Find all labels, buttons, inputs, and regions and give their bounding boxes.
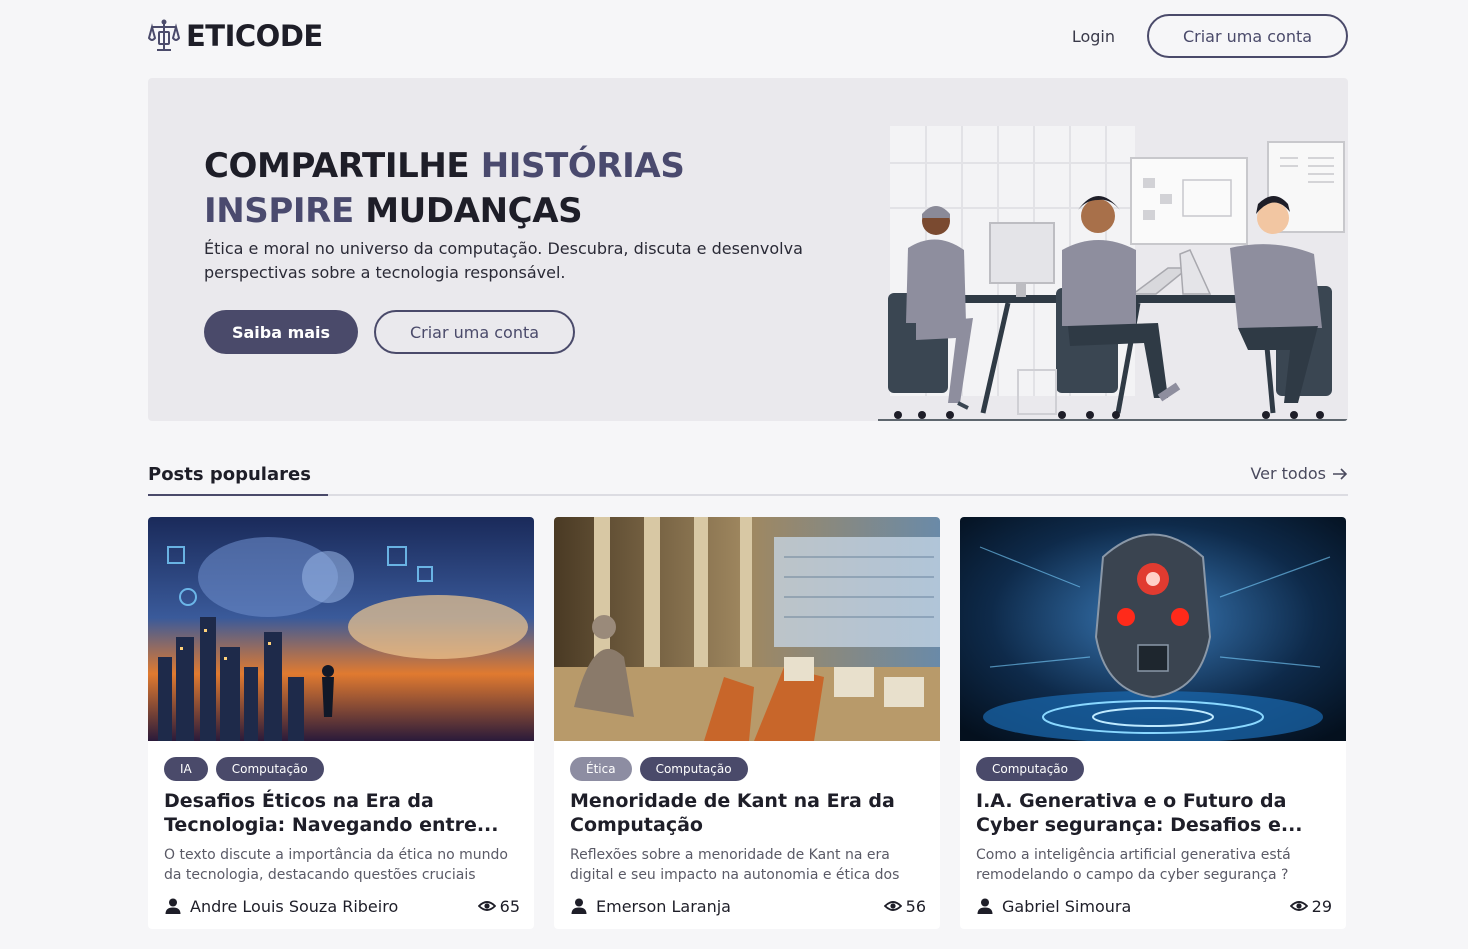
post-footer: Gabriel Simoura 29 (976, 895, 1332, 917)
logo-text: ETICODE (186, 19, 323, 53)
tag-badge[interactable]: Computação (639, 757, 748, 781)
tag-badge[interactable]: Ética (570, 757, 632, 781)
hero-actions: Saiba mais Criar uma conta (204, 310, 575, 354)
posts-grid: IA Computação Desafios Éticos na Era da … (148, 517, 1348, 929)
post-author: Emerson Laranja (570, 897, 731, 916)
post-title[interactable]: Desafios Éticos na Era da Tecnologia: Na… (164, 789, 520, 837)
signup-button[interactable]: Criar uma conta (1147, 14, 1348, 58)
learn-more-button[interactable]: Saiba mais (204, 310, 358, 354)
section-underline (148, 494, 328, 496)
login-link[interactable]: Login (1072, 27, 1115, 46)
post-footer: Andre Louis Souza Ribeiro 65 (164, 895, 520, 917)
logo[interactable]: ETICODE (148, 18, 323, 54)
arrow-right-icon (1333, 467, 1348, 480)
user-icon (571, 898, 587, 914)
post-card[interactable]: Computação I.A. Generativa e o Futuro da… (960, 517, 1346, 929)
hero-title-part: MUDANÇAS (365, 191, 583, 231)
author-name: Gabriel Simoura (1002, 896, 1132, 916)
post-description: O texto discute a importância da ética n… (164, 847, 508, 883)
tag-badge[interactable]: IA (164, 757, 208, 781)
post-thumbnail (554, 517, 940, 741)
header-nav: Login Criar uma conta (1072, 14, 1348, 58)
post-views: 56 (883, 896, 926, 916)
author-name: Andre Louis Souza Ribeiro (190, 896, 399, 916)
post-footer: Emerson Laranja 56 (570, 895, 926, 917)
post-author: Gabriel Simoura (976, 897, 1131, 916)
views-count: 65 (499, 896, 520, 916)
tag-badge[interactable]: Computação (976, 757, 1084, 781)
views-count: 29 (1311, 896, 1332, 916)
post-views: 65 (477, 896, 520, 916)
post-tags: IA Computação (164, 757, 324, 781)
post-title[interactable]: I.A. Generativa e o Futuro da Cyber segu… (976, 789, 1332, 837)
hero-signup-button[interactable]: Criar uma conta (374, 310, 575, 354)
scales-of-justice-icon (148, 19, 180, 51)
section-title: Posts populares (148, 464, 311, 485)
post-card[interactable]: Ética Computação Menoridade de Kant na E… (554, 517, 940, 929)
hero-banner: COMPARTILHE HISTÓRIAS INSPIRE MUDANÇAS É… (148, 78, 1348, 421)
hero-title-accent: INSPIRE (204, 191, 354, 231)
see-all-link[interactable]: Ver todos (1250, 464, 1348, 483)
post-title[interactable]: Menoridade de Kant na Era da Computação (570, 789, 926, 837)
hero-subtitle: Ética e moral no universo da computação.… (204, 239, 803, 282)
post-tags: Ética Computação (570, 757, 748, 781)
user-icon (165, 898, 181, 914)
team-meeting-illustration (878, 126, 1348, 421)
hero-title-part: COMPARTILHE (204, 146, 470, 186)
eye-icon (883, 901, 902, 911)
post-description: Reflexões sobre a menoridade de Kant na … (570, 847, 900, 883)
post-thumbnail (148, 517, 534, 741)
author-name: Emerson Laranja (596, 896, 731, 916)
user-icon (977, 898, 993, 914)
post-tags: Computação (976, 757, 1084, 781)
post-views: 29 (1289, 896, 1332, 916)
eye-icon (1289, 901, 1308, 911)
see-all-label: Ver todos (1250, 464, 1326, 483)
views-count: 56 (905, 896, 926, 916)
post-author: Andre Louis Souza Ribeiro (164, 897, 398, 916)
tag-badge[interactable]: Computação (215, 757, 324, 781)
eye-icon (477, 901, 496, 911)
post-card[interactable]: IA Computação Desafios Éticos na Era da … (148, 517, 534, 929)
hero-title-accent: HISTÓRIAS (480, 146, 685, 186)
popular-posts-header: Posts populares Ver todos (148, 458, 1348, 496)
hero-title: COMPARTILHE HISTÓRIAS INSPIRE MUDANÇAS (204, 144, 685, 234)
post-thumbnail (960, 517, 1346, 741)
post-description: Como a inteligência artificial generativ… (976, 847, 1291, 883)
site-header: ETICODE Login Criar uma conta (148, 14, 1348, 58)
